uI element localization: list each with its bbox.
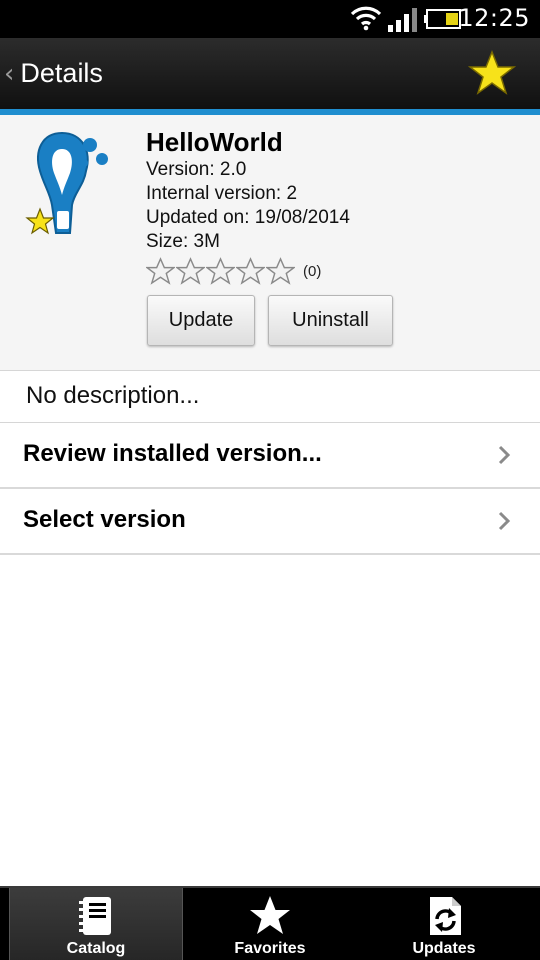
status-clock: 12:25	[458, 4, 530, 32]
tab-label: Updates	[412, 940, 476, 957]
chevron-right-icon	[498, 511, 511, 531]
rating-bar[interactable]: (0)	[146, 257, 321, 285]
page-title: Details	[20, 58, 103, 88]
tab-favorites[interactable]: Favorites	[183, 888, 357, 960]
empty-star-icon	[236, 257, 265, 285]
version-text: Version: 2.0	[146, 159, 247, 180]
empty-star-icon	[266, 257, 295, 285]
list-item-label: Review installed version...	[23, 440, 322, 467]
description-section: No description...	[0, 371, 540, 423]
catalog-icon	[79, 897, 111, 935]
review-installed-version-item[interactable]: Review installed version...	[0, 423, 540, 489]
uninstall-button[interactable]: Uninstall	[268, 295, 393, 346]
refresh-icon	[430, 897, 461, 935]
update-button[interactable]: Update	[147, 295, 255, 346]
app-logo-icon	[25, 131, 108, 235]
rating-count: (0)	[303, 262, 322, 280]
list-item-label: Select version	[23, 506, 186, 533]
empty-star-icon	[206, 257, 235, 285]
tab-catalog[interactable]: Catalog	[9, 888, 183, 960]
app-name: HelloWorld	[146, 127, 283, 157]
favorite-star-button[interactable]	[468, 50, 516, 96]
tab-updates[interactable]: Updates	[357, 888, 531, 960]
select-version-item[interactable]: Select version	[0, 489, 540, 555]
internal-version-text: Internal version: 2	[146, 183, 298, 204]
tab-label: Catalog	[66, 940, 126, 957]
action-bar: ‹ Details	[0, 38, 540, 109]
chevron-left-icon: ‹	[4, 58, 15, 89]
description-text: No description...	[26, 382, 200, 409]
updated-on-text: Updated on: 19/08/2014	[146, 207, 350, 228]
wifi-icon	[350, 6, 382, 31]
chevron-right-icon	[498, 445, 511, 465]
tab-label: Favorites	[234, 940, 306, 957]
signal-icon	[388, 8, 417, 32]
battery-icon	[424, 9, 461, 29]
app-info-panel: HelloWorld Version: 2.0 Internal version…	[0, 115, 540, 371]
size-text: Size: 3M	[146, 231, 220, 252]
bottom-navigation: Catalog Favorites Updates	[0, 886, 540, 960]
back-button[interactable]: ‹ Details	[0, 38, 103, 109]
status-bar: 12:25	[0, 0, 540, 38]
star-icon	[250, 896, 290, 934]
empty-star-icon	[146, 257, 175, 285]
empty-star-icon	[176, 257, 205, 285]
